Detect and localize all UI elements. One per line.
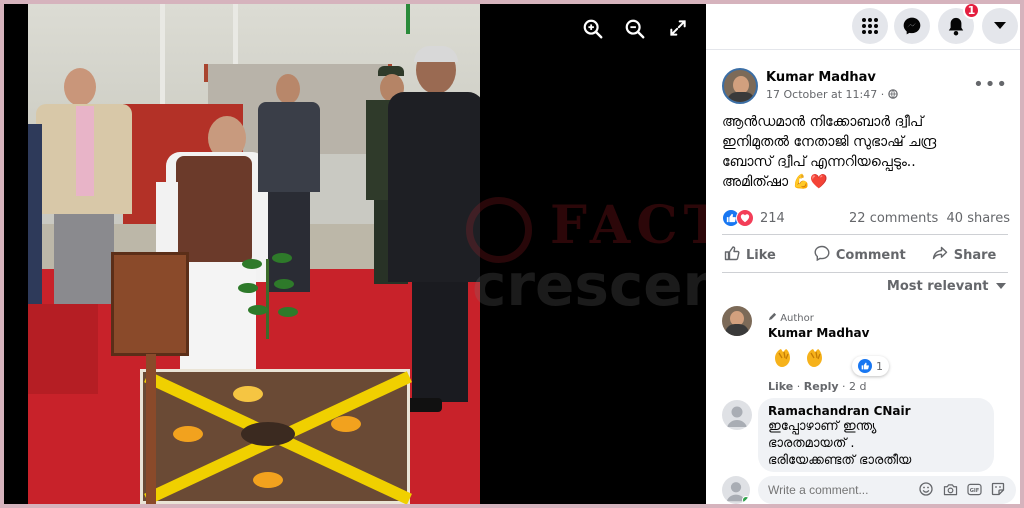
author-avatar[interactable]: [722, 68, 758, 104]
photo-person-edge: [28, 124, 42, 304]
divider: [722, 234, 1008, 235]
share-button[interactable]: Share: [924, 240, 1005, 270]
clapping-hands-emoji: [770, 346, 796, 370]
comment-bubble-icon: [814, 245, 830, 265]
comment-actions: Like · Reply · 2 d: [768, 380, 867, 393]
photo-plaque-post: [146, 354, 156, 504]
comment-text-line: ഭാരതമായത് .: [768, 436, 855, 451]
camera-icon[interactable]: [942, 481, 958, 497]
emoji-icon[interactable]: [918, 481, 934, 497]
shares-count[interactable]: 40 shares: [947, 211, 1010, 226]
photo-plaque: [111, 252, 189, 356]
engagement-counts: 22 comments 40 shares: [849, 211, 1010, 226]
post-text: ആൻഡമാൻ നിക്കോബാർ ദ്വീപ് ഇനിമുതൽ നേതാജി സ…: [722, 112, 1006, 192]
share-arrow-icon: [932, 245, 948, 265]
post-text-line: ഇനിമുതൽ നേതാജി സുഭാഷ് ചന്ദ്ര: [722, 134, 937, 150]
screenshot-frame: FACT crescendo 1 Kumar Madhav 17 October…: [4, 4, 1020, 504]
comment-avatar[interactable]: [722, 400, 752, 430]
messenger-icon[interactable]: [894, 8, 930, 44]
post-actions: Like Comment Share: [716, 240, 1016, 270]
notification-badge: 1: [963, 4, 980, 19]
meta-separator: ·: [880, 88, 885, 101]
comment-bubble: Ramachandran CNair ഇപ്പോഴാണ് ഇന്ത്യ ഭാരത…: [758, 398, 994, 472]
comment-reaction-badge[interactable]: 1: [852, 356, 889, 376]
photo-person-right: [388, 46, 480, 416]
pencil-icon: [768, 312, 780, 324]
composer-icons: GIF: [918, 481, 1006, 497]
photo-plant: [238, 249, 298, 339]
thumbs-up-icon: [724, 245, 740, 265]
post-options-icon[interactable]: •••: [973, 74, 1008, 95]
fullscreen-icon[interactable]: [668, 18, 694, 44]
comment-sort-dropdown[interactable]: Most relevant: [887, 279, 1006, 294]
audience-selector[interactable]: [1018, 240, 1020, 270]
comments-count[interactable]: 22 comments: [849, 211, 938, 226]
comment-text-line: ഭരിയേക്കണ്ടത് ഭാരതീയ: [768, 453, 912, 468]
post-author-name[interactable]: Kumar Madhav: [766, 70, 876, 85]
comment-button[interactable]: Comment: [806, 240, 914, 270]
post-photo[interactable]: [28, 4, 480, 504]
post-meta: 17 October at 11:47 ·: [766, 88, 898, 101]
post-text-line: അമിത്ഷാ 💪❤️: [722, 174, 828, 190]
svg-text:GIF: GIF: [969, 487, 979, 493]
like-label: Like: [746, 247, 776, 263]
photo-red-table: [28, 304, 98, 394]
like-button[interactable]: Like: [716, 240, 784, 270]
comment-reply-link[interactable]: Reply: [804, 380, 839, 393]
comment-age[interactable]: 2 d: [849, 380, 866, 393]
comment-author-name[interactable]: Ramachandran CNair: [768, 404, 984, 418]
comment-text-line: ഇപ്പോഴാണ് ഇന്ത്യ: [768, 419, 877, 434]
caret-down-icon: [993, 279, 1006, 294]
zoom-out-icon[interactable]: [624, 18, 650, 44]
comment-author-name[interactable]: Kumar Madhav: [768, 326, 869, 340]
globe-icon: [888, 88, 898, 101]
zoom-in-icon[interactable]: [582, 18, 608, 44]
gif-icon[interactable]: GIF: [966, 481, 982, 497]
like-reaction-icon: [858, 359, 872, 373]
comment-reaction-count: 1: [876, 359, 883, 373]
sticker-icon[interactable]: [990, 481, 1006, 497]
top-navigation: 1: [706, 4, 1020, 50]
love-reaction-icon: [736, 209, 754, 227]
post-panel: Kumar Madhav 17 October at 11:47 · ••• ആ…: [706, 50, 1020, 504]
post-timestamp[interactable]: 17 October at 11:47: [766, 88, 877, 101]
menu-grid-icon[interactable]: [852, 8, 888, 44]
clapping-hands-emoji: [802, 346, 828, 370]
comment-like-link[interactable]: Like: [768, 380, 793, 393]
my-avatar[interactable]: [722, 476, 750, 504]
post-text-line: ബോസ് ദ്വീപ് എന്നറിയപ്പെടും..: [722, 154, 916, 170]
author-tag: Author: [768, 312, 814, 324]
photo-viewer: [4, 4, 706, 504]
caret-down-icon[interactable]: [982, 8, 1018, 44]
reaction-summary[interactable]: 214: [722, 208, 785, 228]
post-text-line: ആൻഡമാൻ നിക്കോബാർ ദ്വീപ്: [722, 114, 924, 130]
divider: [722, 272, 1008, 273]
comment-label: Comment: [835, 247, 906, 263]
comment-composer: GIF: [722, 474, 1016, 504]
comment-avatar[interactable]: [722, 306, 752, 336]
share-label: Share: [953, 247, 997, 263]
sort-label: Most relevant: [886, 279, 989, 294]
bell-icon[interactable]: 1: [938, 4, 980, 44]
photo-rangoli: [140, 369, 412, 504]
reaction-count: 214: [760, 210, 785, 226]
photo-flag: [406, 4, 410, 34]
author-tag-label: Author: [780, 313, 814, 324]
